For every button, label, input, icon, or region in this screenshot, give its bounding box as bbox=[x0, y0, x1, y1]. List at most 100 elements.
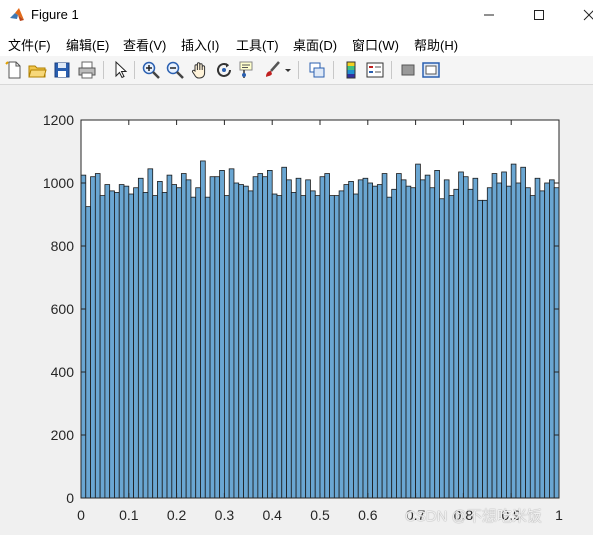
histogram-bar bbox=[257, 173, 264, 499]
legend-button[interactable] bbox=[365, 60, 385, 80]
data-cursor-icon bbox=[239, 61, 253, 78]
histogram-bar bbox=[128, 193, 134, 499]
histogram-bar bbox=[400, 179, 407, 499]
histogram-bar bbox=[515, 182, 522, 499]
pointer-button[interactable] bbox=[110, 60, 130, 80]
histogram-bar bbox=[534, 177, 541, 499]
histogram-bar bbox=[424, 174, 431, 499]
histogram-bar bbox=[462, 176, 469, 499]
toolbar-separator bbox=[134, 61, 135, 79]
histogram-bar bbox=[276, 195, 283, 499]
histogram-bar bbox=[166, 174, 173, 499]
toolbar-separator bbox=[391, 61, 392, 79]
pan-icon bbox=[192, 62, 206, 79]
brush-button[interactable] bbox=[262, 60, 282, 80]
histogram-bar bbox=[262, 176, 268, 499]
histogram-bar bbox=[290, 192, 297, 499]
histogram-bar bbox=[286, 179, 292, 499]
histogram-bar bbox=[405, 185, 412, 499]
print-icon bbox=[78, 61, 96, 79]
close-button[interactable] bbox=[566, 0, 593, 30]
histogram-bar bbox=[429, 187, 436, 499]
menu-insert[interactable]: 插入(I) bbox=[181, 35, 219, 54]
histogram-bar bbox=[448, 195, 455, 499]
save-button[interactable] bbox=[52, 60, 72, 80]
menu-tools[interactable]: 工具(T) bbox=[236, 35, 279, 54]
histogram-bar bbox=[348, 181, 354, 499]
menu-help[interactable]: 帮助(H) bbox=[414, 35, 458, 54]
toolbar-separator bbox=[103, 61, 104, 79]
histogram-bar bbox=[267, 170, 273, 499]
histogram-bar bbox=[529, 195, 536, 499]
histogram-bar bbox=[520, 166, 526, 499]
menu-window[interactable]: 窗口(W) bbox=[352, 35, 399, 54]
histogram-bar bbox=[439, 198, 445, 499]
histogram-bar bbox=[238, 184, 244, 499]
histogram-bar bbox=[85, 206, 91, 499]
data-cursor-button[interactable] bbox=[238, 60, 258, 80]
histogram-bar bbox=[295, 177, 302, 499]
maximize-button[interactable] bbox=[516, 0, 562, 30]
zoom-out-icon bbox=[166, 61, 184, 79]
colorbar-button[interactable] bbox=[341, 60, 361, 80]
histogram-bar bbox=[80, 174, 87, 499]
histogram-bar bbox=[357, 179, 364, 499]
toolbar-separator bbox=[333, 61, 334, 79]
x-tick-label: 1 bbox=[555, 507, 563, 523]
histogram-bar bbox=[472, 177, 479, 499]
histogram-bar bbox=[157, 181, 163, 499]
histogram-bar bbox=[90, 176, 96, 499]
histogram-bar bbox=[486, 187, 493, 499]
histogram-bar bbox=[200, 160, 206, 499]
histogram-bar bbox=[549, 179, 555, 499]
show-plot-tools-button[interactable] bbox=[421, 60, 441, 80]
histogram-bar bbox=[271, 193, 278, 499]
hide-plot-tools-button[interactable] bbox=[398, 60, 418, 80]
x-tick-label: 0.4 bbox=[262, 507, 282, 523]
histogram-bar bbox=[176, 187, 182, 499]
new-figure-icon bbox=[5, 61, 21, 79]
histogram-bar bbox=[329, 195, 335, 499]
histogram-bar bbox=[419, 179, 426, 499]
histogram-bar bbox=[305, 179, 311, 499]
menu-edit[interactable]: 编辑(E) bbox=[66, 35, 109, 54]
title-bar: Figure 1 bbox=[0, 0, 593, 30]
new-figure-button[interactable] bbox=[4, 60, 24, 80]
histogram-bar bbox=[219, 170, 225, 499]
minimize-button[interactable] bbox=[466, 0, 512, 30]
menu-desktop[interactable]: 桌面(D) bbox=[293, 35, 337, 54]
histogram-bar bbox=[376, 184, 383, 499]
histogram-bar bbox=[161, 192, 168, 499]
histogram-bar bbox=[94, 173, 101, 499]
save-icon bbox=[54, 62, 70, 78]
menu-view[interactable]: 查看(V) bbox=[123, 35, 166, 54]
pointer-icon bbox=[115, 60, 128, 79]
colorbar-icon bbox=[346, 61, 356, 79]
histogram-bar bbox=[391, 188, 397, 499]
histogram-bar bbox=[434, 170, 440, 499]
histogram-bar bbox=[415, 163, 421, 499]
histogram-bar bbox=[109, 190, 115, 499]
pan-button[interactable] bbox=[190, 60, 210, 80]
rotate-3d-button[interactable] bbox=[214, 60, 234, 80]
y-tick-label: 0 bbox=[66, 490, 74, 506]
open-file-button[interactable] bbox=[27, 60, 47, 80]
histogram-bar bbox=[252, 176, 259, 499]
matlab-icon bbox=[10, 8, 24, 21]
menu-file[interactable]: 文件(F) bbox=[8, 35, 51, 54]
open-file-icon bbox=[28, 65, 47, 78]
print-button[interactable] bbox=[77, 60, 97, 80]
histogram-bar bbox=[506, 185, 512, 499]
histogram-bar bbox=[410, 187, 417, 499]
histogram-bar bbox=[491, 173, 498, 499]
histogram-bar bbox=[118, 184, 125, 499]
zoom-in-button[interactable] bbox=[141, 60, 161, 80]
histogram-bar bbox=[367, 182, 373, 499]
brush-dropdown-button[interactable] bbox=[284, 60, 292, 80]
histogram-bar bbox=[133, 187, 139, 499]
zoom-out-button[interactable] bbox=[165, 60, 185, 80]
histogram-bar bbox=[553, 187, 560, 499]
link-plot-button[interactable] bbox=[307, 60, 327, 80]
histogram-bar bbox=[362, 177, 369, 499]
histogram-bar bbox=[314, 195, 321, 499]
